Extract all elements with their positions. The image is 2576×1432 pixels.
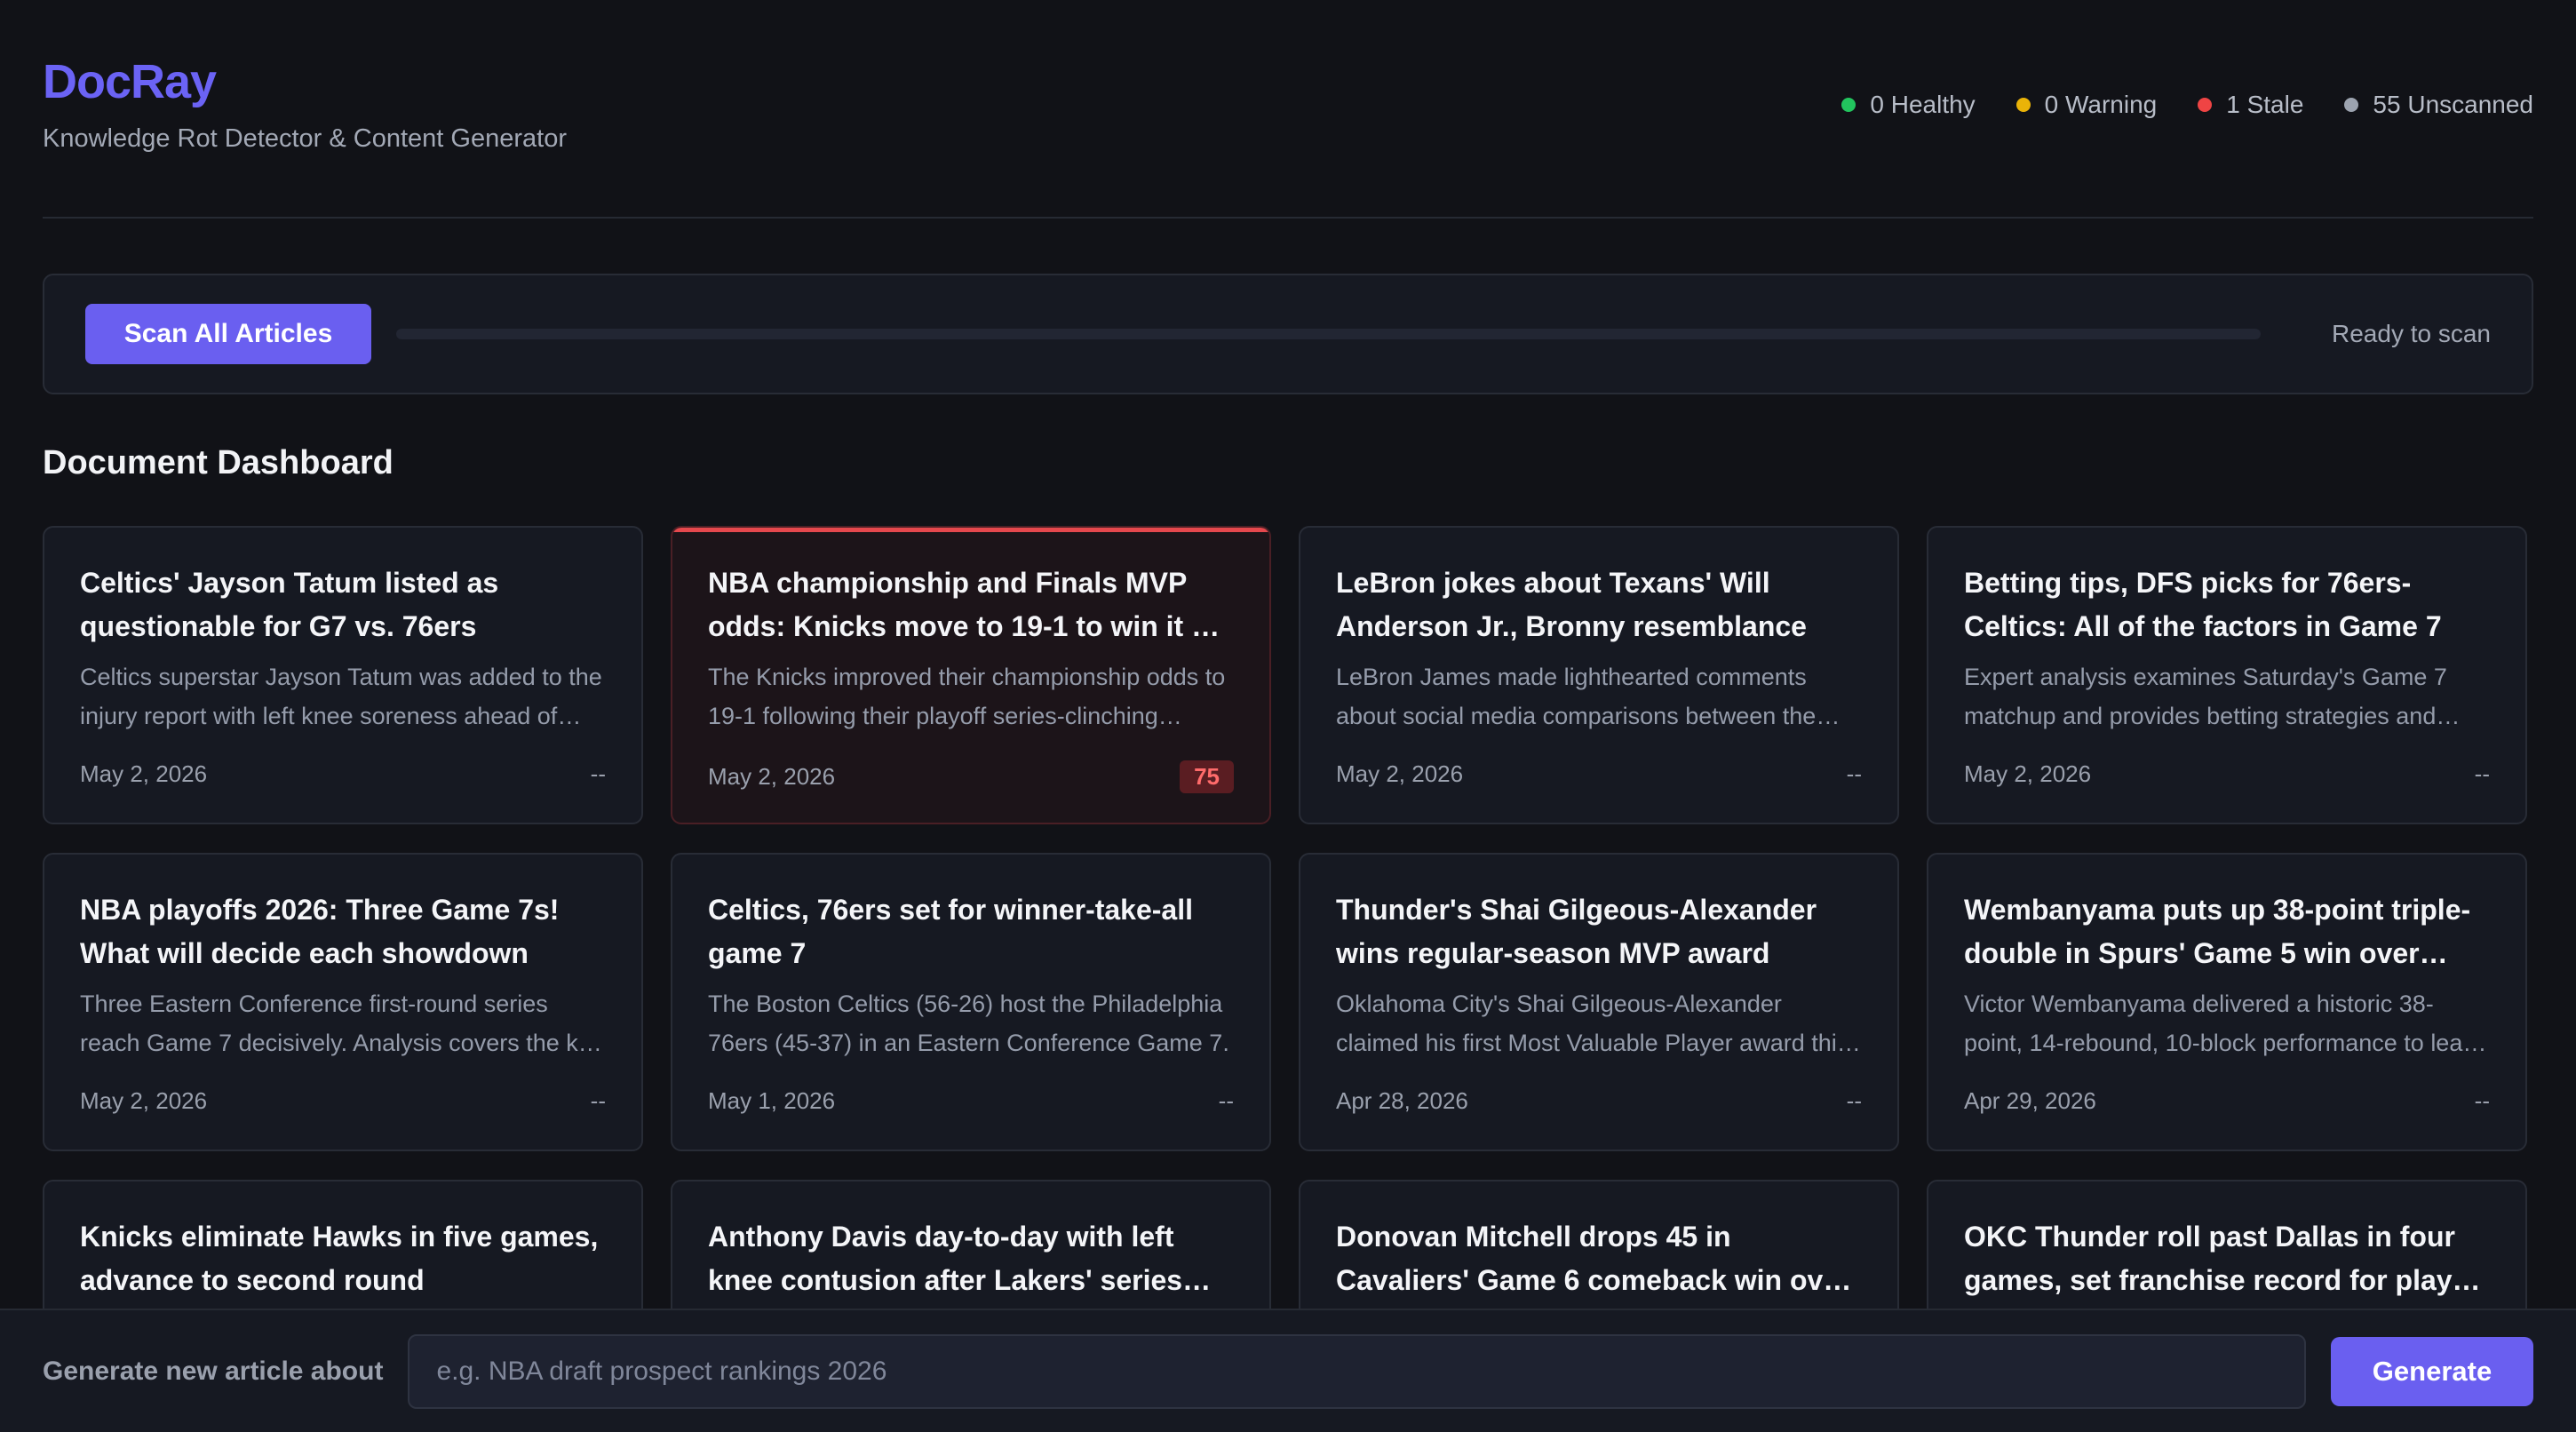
unscanned-dot-icon — [2344, 98, 2359, 112]
article-date: May 1, 2026 — [708, 1087, 836, 1114]
warning-dot-icon — [2015, 98, 2031, 112]
article-date: Apr 29, 2026 — [1964, 1087, 2096, 1114]
article-title: Celtics, 76ers set for winner-take-all g… — [708, 894, 1193, 969]
article-card[interactable]: Celtics' Jayson Tatum listed as question… — [43, 526, 643, 824]
article-title: Thunder's Shai Gilgeous-Alexander wins r… — [1336, 894, 1817, 969]
generate-topic-input[interactable] — [408, 1333, 2306, 1409]
article-meta: Apr 29, 2026 -- — [1964, 1087, 2490, 1115]
header: DocRay Knowledge Rot Detector & Content … — [43, 52, 2533, 219]
article-meta: May 2, 2026 -- — [80, 760, 606, 788]
article-rot-score: -- — [2474, 1087, 2490, 1114]
scan-all-button[interactable]: Scan All Articles — [85, 304, 371, 364]
article-meta: May 2, 2026 -- — [1964, 760, 2490, 788]
article-summary: The Boston Celtics (56-26) host the Phil… — [708, 990, 1229, 1056]
article-rot-score: -- — [1846, 760, 1862, 787]
status-warning: 0 Warning — [2015, 91, 2158, 119]
app-root: DocRay Knowledge Rot Detector & Content … — [0, 0, 2576, 1432]
article-date: May 2, 2026 — [80, 760, 208, 787]
article-date: May 2, 2026 — [1964, 760, 2092, 787]
article-summary: Celtics superstar Jayson Tatum was added… — [80, 664, 602, 729]
article-rot-score: -- — [590, 760, 606, 787]
status-unscanned-label: 55 Unscanned — [2373, 91, 2533, 118]
article-title: NBA playoffs 2026: Three Game 7s! What w… — [80, 894, 560, 969]
article-title: Betting tips, DFS picks for 76ers-Celtic… — [1964, 567, 2442, 642]
article-rot-score: -- — [2474, 760, 2490, 787]
article-title: Donovan Mitchell drops 45 in Cavaliers' … — [1336, 1221, 1850, 1296]
article-meta: May 1, 2026 -- — [708, 1087, 1234, 1115]
article-card[interactable]: LeBron jokes about Texans' Will Anderson… — [1299, 526, 1899, 824]
healthy-dot-icon — [1841, 98, 1856, 112]
article-summary: Three Eastern Conference first-round ser… — [80, 990, 604, 1056]
article-date: May 2, 2026 — [708, 763, 836, 790]
generate-bar: Generate new article about Generate — [0, 1309, 2576, 1432]
article-title: Anthony Davis day-to-day with left knee … — [708, 1221, 1183, 1296]
article-rot-score: -- — [590, 1087, 606, 1114]
stale-dot-icon — [2198, 98, 2213, 112]
app-tagline: Knowledge Rot Detector & Content Generat… — [43, 124, 567, 153]
article-summary: Expert analysis examines Saturday's Game… — [1964, 664, 2447, 729]
article-card[interactable]: NBA championship and Finals MVP odds: Kn… — [671, 526, 1271, 824]
article-rot-score: 75 — [1180, 760, 1234, 793]
article-title: Celtics' Jayson Tatum listed as question… — [80, 567, 499, 642]
article-rot-score: -- — [1846, 1087, 1862, 1114]
article-card[interactable]: Betting tips, DFS picks for 76ers-Celtic… — [1927, 526, 2527, 824]
article-title: OKC Thunder roll past Dallas in four gam… — [1964, 1221, 2489, 1296]
article-title: NBA championship and Finals MVP odds: Kn… — [708, 567, 1223, 642]
article-title: Knicks eliminate Hawks in five games, ad… — [80, 1221, 599, 1296]
status-summary: 0 Healthy 0 Warning 1 Stale 55 Unscanned — [1841, 91, 2533, 119]
status-stale-label: 1 Stale — [2226, 91, 2304, 118]
article-title: Wembanyama puts up 38-point triple-doubl… — [1964, 894, 2471, 969]
dashboard-title: Document Dashboard — [43, 444, 394, 481]
article-meta: May 2, 2026 -- — [80, 1087, 606, 1115]
status-unscanned: 55 Unscanned — [2344, 91, 2533, 119]
article-card[interactable]: NBA playoffs 2026: Three Game 7s! What w… — [43, 853, 643, 1151]
article-card[interactable]: Wembanyama puts up 38-point triple-doubl… — [1927, 853, 2527, 1151]
article-meta: May 2, 2026 75 — [708, 760, 1234, 793]
article-card[interactable]: Thunder's Shai Gilgeous-Alexander wins r… — [1299, 853, 1899, 1151]
article-rot-score: -- — [1218, 1087, 1234, 1114]
article-summary: LeBron James made lighthearted comments … — [1336, 664, 1817, 729]
scan-status-text: Ready to scan — [2332, 320, 2491, 347]
scan-panel: Scan All Articles Ready to scan — [43, 274, 2533, 394]
article-meta: Apr 28, 2026 -- — [1336, 1087, 1862, 1115]
article-date: Apr 28, 2026 — [1336, 1087, 1468, 1114]
status-warning-label: 0 Warning — [2044, 91, 2158, 118]
article-summary: Oklahoma City's Shai Gilgeous-Alexander … — [1336, 990, 1849, 1056]
article-meta: May 2, 2026 -- — [1336, 760, 1862, 788]
article-grid: Celtics' Jayson Tatum listed as question… — [43, 526, 2533, 1432]
article-date: May 2, 2026 — [1336, 760, 1464, 787]
article-summary: The Knicks improved their championship o… — [708, 664, 1226, 729]
article-date: May 2, 2026 — [80, 1087, 208, 1114]
status-stale: 1 Stale — [2198, 91, 2303, 119]
article-summary: Victor Wembanyama delivered a historic 3… — [1964, 990, 2477, 1056]
article-title: LeBron jokes about Texans' Will Anderson… — [1336, 567, 1807, 642]
generate-label: Generate new article about — [43, 1356, 384, 1386]
status-healthy-label: 0 Healthy — [1870, 91, 1976, 118]
article-card[interactable]: Celtics, 76ers set for winner-take-all g… — [671, 853, 1271, 1151]
scan-progress-bar — [396, 329, 2261, 339]
generate-button[interactable]: Generate — [2331, 1336, 2533, 1406]
status-healthy: 0 Healthy — [1841, 91, 1976, 119]
